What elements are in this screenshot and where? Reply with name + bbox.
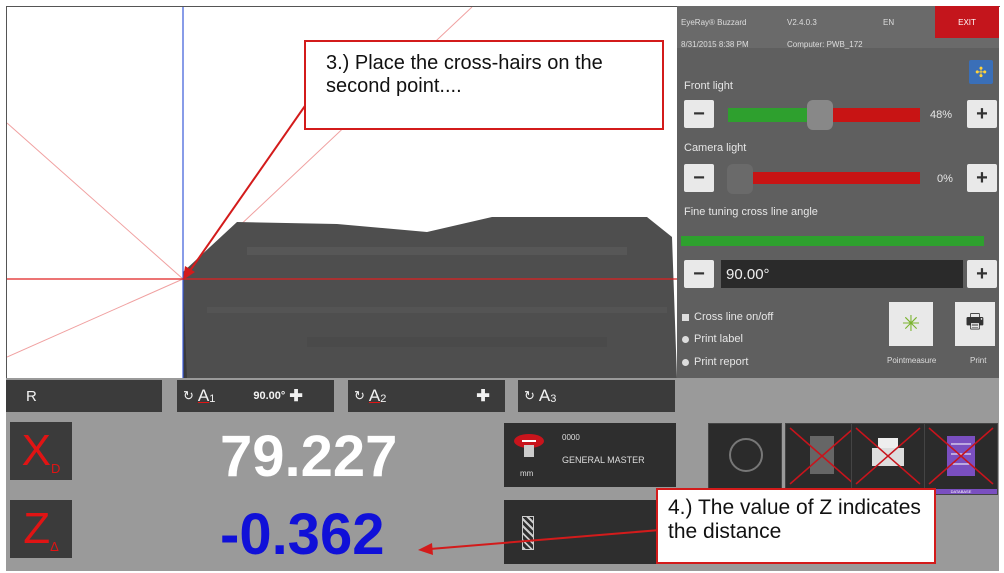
- panel-header: EyeRay® Buzzard V2.4.0.3 EN EXIT 8/31/20…: [677, 6, 999, 49]
- rotate-icon: ↻: [183, 388, 194, 403]
- camera-light-minus-button[interactable]: −: [684, 164, 714, 192]
- print-tile[interactable]: PRINT: [851, 423, 925, 495]
- fine-tuning-minus-button[interactable]: −: [684, 260, 714, 288]
- annotation-callout-2: 4.) The value of Z indicates the distanc…: [656, 488, 936, 564]
- pointmeasure-icon: ✳: [901, 311, 921, 336]
- tool-code: 0000: [562, 433, 580, 442]
- add-icon[interactable]: ✚: [289, 386, 302, 406]
- unit-label: mm: [520, 469, 534, 478]
- tab-r[interactable]: R: [6, 380, 162, 412]
- z-axis-letter: Z: [23, 504, 51, 553]
- tool-holder-icon: [512, 433, 546, 459]
- rotate-icon: ↻: [354, 388, 365, 403]
- drill-icon: [522, 516, 534, 550]
- tool-selector[interactable]: 0000 GENERAL MASTER mm: [504, 423, 676, 487]
- printer-icon: 🖶: [965, 311, 985, 333]
- fine-tuning-value: 90.00°: [726, 265, 770, 283]
- print-label-label: Print label: [694, 333, 743, 345]
- z-axis-sub: Δ: [50, 539, 59, 554]
- database-icon: [928, 427, 994, 485]
- camera-light-slider[interactable]: [728, 172, 920, 184]
- app-name: EyeRay® Buzzard: [681, 18, 747, 27]
- checkbox-icon: [682, 313, 689, 321]
- tab-a3-label: A: [538, 386, 551, 405]
- tab-a2-label: A: [368, 386, 381, 405]
- tool-name: GENERAL MASTER: [562, 455, 645, 465]
- x-axis-label: XD: [10, 422, 72, 480]
- z-axis-label: ZΔ: [10, 500, 72, 558]
- cross-line-checkbox[interactable]: Cross line on/off: [682, 311, 773, 323]
- tab-a1-value: 90.00°: [253, 390, 286, 402]
- tile-label: DATABASE: [950, 489, 972, 494]
- front-light-minus-button[interactable]: −: [684, 100, 714, 128]
- fine-tuning-plus-button[interactable]: +: [967, 260, 997, 288]
- add-icon[interactable]: ✚: [476, 386, 489, 406]
- pointmeasure-label: Pointmeasure: [887, 356, 937, 365]
- radio-icon: [682, 358, 689, 366]
- camera-light-label: Camera light: [684, 142, 747, 154]
- tab-a2[interactable]: ↻ A 2 ✚: [348, 380, 505, 412]
- print-report-label: Print report: [694, 356, 749, 368]
- cross-line-label: Cross line on/off: [694, 311, 774, 323]
- app-version: V2.4.0.3: [787, 18, 817, 27]
- fine-tuning-input[interactable]: 90.00°: [721, 260, 963, 288]
- print-button[interactable]: 🖶: [955, 302, 995, 346]
- x-axis-sub: D: [50, 461, 61, 476]
- exit-label: EXIT: [958, 17, 976, 27]
- fine-tuning-label: Fine tuning cross line angle: [684, 206, 818, 218]
- print-report-radio[interactable]: Print report: [682, 356, 748, 368]
- computer-name: Computer: PWB_172: [787, 40, 863, 49]
- exit-button[interactable]: EXIT: [935, 6, 999, 38]
- tab-a3[interactable]: ↻ A 3: [518, 380, 675, 412]
- kv-spindle-tile[interactable]: KV SPINDLE: [708, 423, 782, 495]
- tab-a1[interactable]: ↻ A 1 90.00° ✚: [177, 380, 334, 412]
- camera-light-thumb[interactable]: [727, 164, 753, 194]
- spindle-icon: [729, 438, 763, 472]
- print-label-radio[interactable]: Print label: [682, 333, 743, 345]
- tab-a2-sub: 2: [380, 393, 387, 405]
- camera-light-value: 0%: [937, 173, 953, 185]
- callout-1-text: 3.) Place the cross-hairs on the second …: [326, 52, 603, 97]
- z-value: -0.362: [220, 502, 385, 567]
- functions-tile[interactable]: FUNTIONS: [785, 423, 859, 495]
- tab-a3-sub: 3: [550, 393, 557, 405]
- database-tile[interactable]: DATABASE: [924, 423, 998, 495]
- tab-r-label: R: [26, 387, 37, 405]
- tool-edit-button[interactable]: [504, 500, 676, 564]
- fullscreen-icon[interactable]: ✣: [969, 60, 993, 84]
- radio-icon: [682, 335, 689, 343]
- callout-2-text: 4.) The value of Z indicates the distanc…: [668, 496, 921, 544]
- language-selector[interactable]: EN: [883, 18, 894, 27]
- front-light-label: Front light: [684, 80, 733, 92]
- datetime: 8/31/2015 8:38 PM: [681, 40, 749, 49]
- x-axis-letter: X: [21, 426, 51, 475]
- disabled-cross-icon: [789, 427, 855, 485]
- camera-light-plus-button[interactable]: +: [967, 164, 997, 192]
- control-panel: EyeRay® Buzzard V2.4.0.3 EN EXIT 8/31/20…: [677, 6, 999, 378]
- front-light-plus-button[interactable]: +: [967, 100, 997, 128]
- print-label: Print: [970, 356, 987, 365]
- front-light-value: 48%: [930, 109, 953, 121]
- rotate-icon: ↻: [524, 388, 535, 403]
- x-value: 79.227: [220, 424, 398, 489]
- printer-icon: [855, 427, 921, 485]
- tab-a1-label: A: [197, 386, 210, 405]
- annotation-callout-1: 3.) Place the cross-hairs on the second …: [304, 40, 664, 130]
- tab-a1-sub: 1: [209, 393, 216, 405]
- front-light-thumb[interactable]: [807, 100, 833, 130]
- fine-tuning-slider[interactable]: [681, 236, 984, 246]
- pointmeasure-button[interactable]: ✳: [889, 302, 933, 346]
